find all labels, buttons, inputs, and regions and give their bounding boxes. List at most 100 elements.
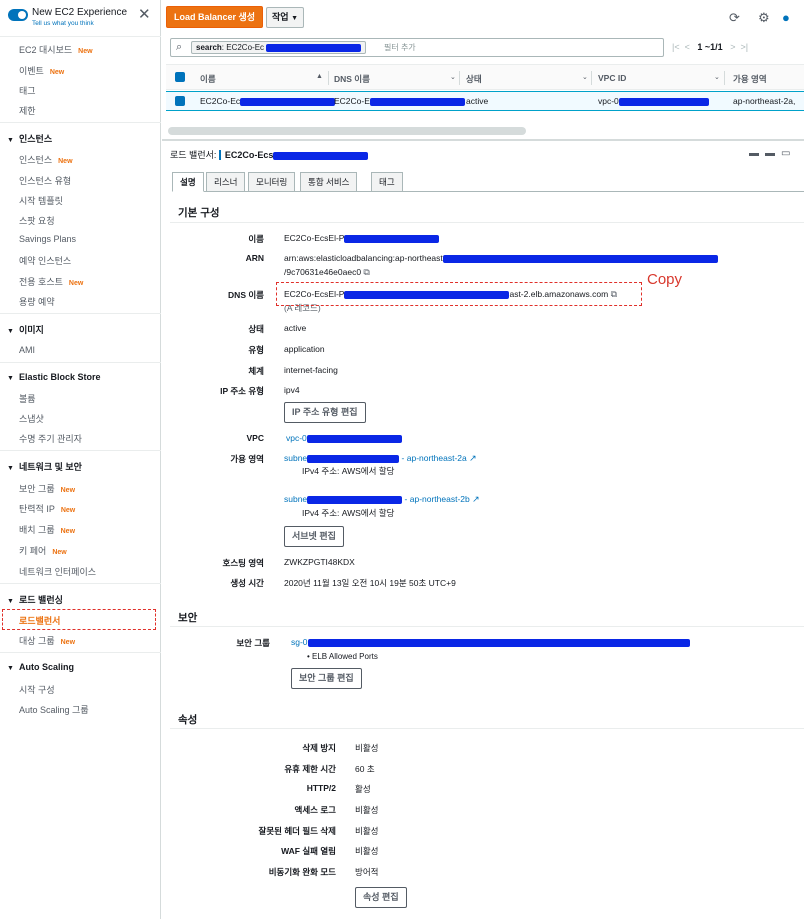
tab-tags[interactable]: 태그 — [371, 172, 403, 192]
waf-fail-open-label: WAF 실패 열림 — [281, 846, 336, 856]
column-divider — [459, 71, 460, 85]
sidebar-item-volumes[interactable]: 볼륨 — [19, 392, 36, 405]
divider — [0, 583, 161, 584]
subnet-a-link[interactable]: subne - ap-northeast-2a ↗ — [284, 453, 477, 464]
next-page-icon[interactable]: > — [730, 42, 735, 52]
layout-split-icon[interactable]: ▬ — [765, 148, 781, 159]
scheme-label: 체계 — [248, 366, 264, 376]
split-pane-divider[interactable] — [162, 139, 804, 141]
column-vpc-id[interactable]: VPC ID — [598, 73, 626, 83]
gear-icon[interactable]: ⚙ — [758, 10, 770, 26]
horizontal-scrollbar[interactable] — [168, 127, 526, 135]
search-filter-bar[interactable]: ⌕ search: EC2Co-Ec 필터 추가 — [170, 38, 664, 57]
sidebar-item-elastic-ips[interactable]: 탄력적 IP New — [19, 502, 75, 515]
idle-timeout-label: 유휴 제한 시간 — [284, 764, 336, 774]
sort-icon[interactable]: ⌄ — [582, 73, 588, 81]
last-page-icon[interactable]: >| — [740, 42, 748, 52]
sidebar-item-lifecycle-manager[interactable]: 수명 주기 관리자 — [19, 432, 82, 445]
sort-icon[interactable]: ⌄ — [450, 73, 456, 81]
sidebar-item-key-pairs[interactable]: 키 페어 New — [19, 544, 67, 557]
sidebar-item-ec2-dashboard[interactable]: EC2 대시보드 New — [19, 43, 93, 56]
layout-top-icon[interactable]: ▭ — [781, 148, 796, 159]
page-range: 1 ~1/1 — [697, 42, 723, 52]
sidebar-section-instances[interactable]: ▼ 인스턴스 — [7, 132, 52, 145]
layout-bottom-icon[interactable]: ▬ — [749, 148, 765, 159]
create-load-balancer-button[interactable]: Load Balancer 생성 — [166, 6, 264, 28]
sidebar-section-load-balancing[interactable]: ▼ 로드 밸런싱 — [7, 593, 63, 606]
edit-ip-type-button[interactable]: IP 주소 유형 편집 — [284, 402, 366, 423]
edit-attributes-button[interactable]: 속성 편집 — [355, 887, 407, 908]
security-group-link[interactable]: sg-0 — [291, 637, 690, 647]
sidebar-item-events[interactable]: 이벤트 New — [19, 64, 64, 77]
sidebar-section-images[interactable]: ▼ 이미지 — [7, 323, 44, 336]
experience-feedback-link[interactable]: Tell us what you think — [32, 20, 94, 27]
tab-description[interactable]: 설명 — [172, 172, 204, 192]
sidebar-item-network-interfaces[interactable]: 네트워크 인터페이스 — [19, 565, 96, 578]
sidebar-item-instances[interactable]: 인스턴스 New — [19, 153, 73, 166]
help-icon[interactable]: ● — [782, 10, 790, 25]
tab-integrated-services[interactable]: 통합 서비스 — [300, 172, 358, 192]
external-link-icon[interactable]: ↗ — [472, 494, 480, 504]
caret-down-icon: ▼ — [7, 465, 14, 472]
row-checkbox[interactable] — [175, 96, 185, 106]
panel-layout-icons[interactable]: ▬▬▭ — [749, 148, 796, 159]
sidebar-item-instance-types[interactable]: 인스턴스 유형 — [19, 174, 71, 187]
select-all-checkbox[interactable] — [175, 72, 185, 82]
http2-value: 활성 — [355, 784, 371, 794]
vpc-link[interactable]: vpc-0 — [286, 433, 402, 443]
ip-type-value: ipv4 — [284, 385, 300, 395]
sidebar-item-auto-scaling-groups[interactable]: Auto Scaling 그룹 — [19, 703, 89, 716]
sidebar-section-auto-scaling[interactable]: ▼ Auto Scaling — [7, 662, 74, 672]
sidebar-item-savings-plans[interactable]: Savings Plans — [19, 234, 76, 244]
sidebar-section-network-security[interactable]: ▼ 네트워크 및 보안 — [7, 460, 82, 473]
arn-value: arn:aws:elasticloadbalancing:ap-northeas… — [284, 253, 718, 263]
tab-monitoring[interactable]: 모니터링 — [248, 172, 296, 192]
refresh-icon[interactable]: ⟳ — [729, 10, 740, 26]
sidebar-item-tags[interactable]: 태그 — [19, 84, 36, 97]
sidebar-item-reserved-instances[interactable]: 예약 인스턴스 — [19, 254, 71, 267]
first-page-icon[interactable]: |< — [672, 42, 680, 52]
table-row[interactable]: EC2Co-Ec EC2Co-E active vpc-0 ap-northea… — [166, 91, 804, 111]
sort-icon[interactable]: ⌄ — [714, 73, 720, 81]
prev-page-icon[interactable]: < — [685, 42, 690, 52]
caret-down-icon: ▼ — [7, 328, 14, 335]
external-link-icon[interactable]: ↗ — [469, 453, 477, 463]
column-name[interactable]: 이름 — [200, 73, 216, 85]
toggle-switch[interactable] — [8, 9, 28, 21]
new-experience-toggle[interactable]: New EC2 Experience Tell us what you thin… — [8, 6, 158, 32]
sidebar-item-limits[interactable]: 제한 — [19, 104, 36, 117]
column-divider — [724, 71, 725, 85]
subnet-b-link[interactable]: subne - ap-northeast-2b ↗ — [284, 494, 480, 505]
sidebar-item-launch-configurations[interactable]: 시작 구성 — [19, 683, 55, 696]
row-vpc-id: vpc-0 — [598, 96, 709, 106]
column-availability-zone[interactable]: 가용 영역 — [733, 73, 767, 85]
sidebar-item-ami[interactable]: AMI — [19, 345, 35, 355]
column-dns-name[interactable]: DNS 이름 — [334, 73, 370, 85]
created-time-label: 생성 시간 — [230, 578, 264, 588]
sidebar-section-ebs[interactable]: ▼ Elastic Block Store — [7, 372, 101, 382]
sidebar-item-spot-requests[interactable]: 스팟 요청 — [19, 214, 55, 227]
annotation-highlight-box — [276, 282, 642, 306]
edit-security-groups-button[interactable]: 보안 그룹 편집 — [291, 668, 362, 689]
filter-input[interactable]: 필터 추가 — [384, 42, 416, 53]
sidebar-item-snapshots[interactable]: 스냅샷 — [19, 412, 44, 425]
sidebar-item-launch-templates[interactable]: 시작 템플릿 — [19, 194, 63, 207]
divider — [0, 36, 161, 37]
edit-subnets-button[interactable]: 서브넷 편집 — [284, 526, 344, 547]
search-token[interactable]: search: EC2Co-Ec — [191, 41, 367, 54]
sidebar-item-dedicated-hosts[interactable]: 전용 호스트 New — [19, 275, 83, 288]
section-basic-config: 기본 구성 — [178, 207, 220, 219]
sidebar-item-target-groups[interactable]: 대상 그룹 New — [19, 634, 75, 647]
sort-asc-icon[interactable]: ▲ — [316, 73, 323, 80]
actions-dropdown[interactable]: 작업 ▼ — [266, 7, 305, 28]
security-groups-label: 보안 그룹 — [236, 638, 270, 648]
sidebar-item-capacity-reservations[interactable]: 용량 예약 — [19, 295, 55, 308]
sidebar-item-security-groups[interactable]: 보안 그룹 New — [19, 482, 75, 495]
close-icon[interactable]: ✕ — [138, 7, 151, 22]
sidebar-item-placement-groups[interactable]: 배치 그룹 New — [19, 523, 75, 536]
detail-tabs: 설명 리스너 모니터링 통합 서비스 태그 — [172, 172, 804, 192]
copy-icon[interactable]: ⧉ — [363, 267, 369, 277]
subnet-b-ip: IPv4 주소: AWS에서 할당 — [302, 508, 395, 518]
column-state[interactable]: 상태 — [466, 73, 482, 85]
tab-listeners[interactable]: 리스너 — [206, 172, 246, 192]
